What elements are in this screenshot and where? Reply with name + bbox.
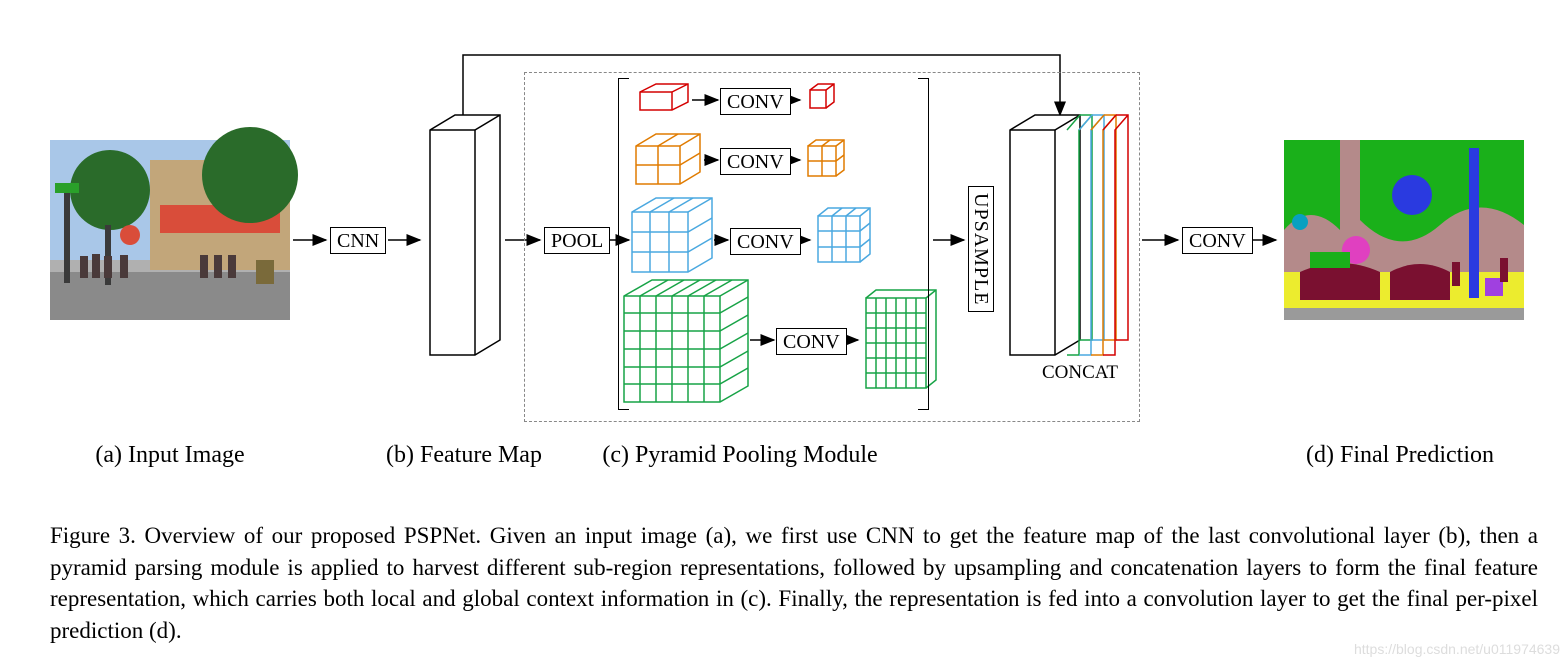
final-prediction-image — [1284, 140, 1524, 320]
label-c: (c) Pyramid Pooling Module — [590, 442, 890, 469]
feature-map-cube — [430, 115, 500, 355]
label-b: (b) Feature Map — [314, 442, 614, 469]
conv-box-4: CONV — [776, 328, 847, 355]
label-a: (a) Input Image — [20, 442, 320, 469]
conv-box-2: CONV — [720, 148, 791, 175]
pspnet-architecture-diagram: CNN POOL CONV CONV CONV CONV UPSAMPLE CO… — [0, 0, 1568, 470]
concat-label: CONCAT — [1042, 362, 1118, 384]
upsample-box: UPSAMPLE — [968, 186, 994, 312]
right-bracket — [918, 78, 929, 410]
label-d: (d) Final Prediction — [1250, 442, 1550, 469]
pool-box: POOL — [544, 227, 610, 254]
cnn-box: CNN — [330, 227, 386, 254]
figure-caption: Figure 3. Overview of our proposed PSPNe… — [50, 520, 1538, 647]
left-bracket — [618, 78, 629, 410]
conv-box-3: CONV — [730, 228, 801, 255]
watermark: https://blog.csdn.net/u011974639 — [1354, 641, 1560, 657]
conv-box-1: CONV — [720, 88, 791, 115]
input-image — [50, 127, 298, 320]
conv-final-box: CONV — [1182, 227, 1253, 254]
